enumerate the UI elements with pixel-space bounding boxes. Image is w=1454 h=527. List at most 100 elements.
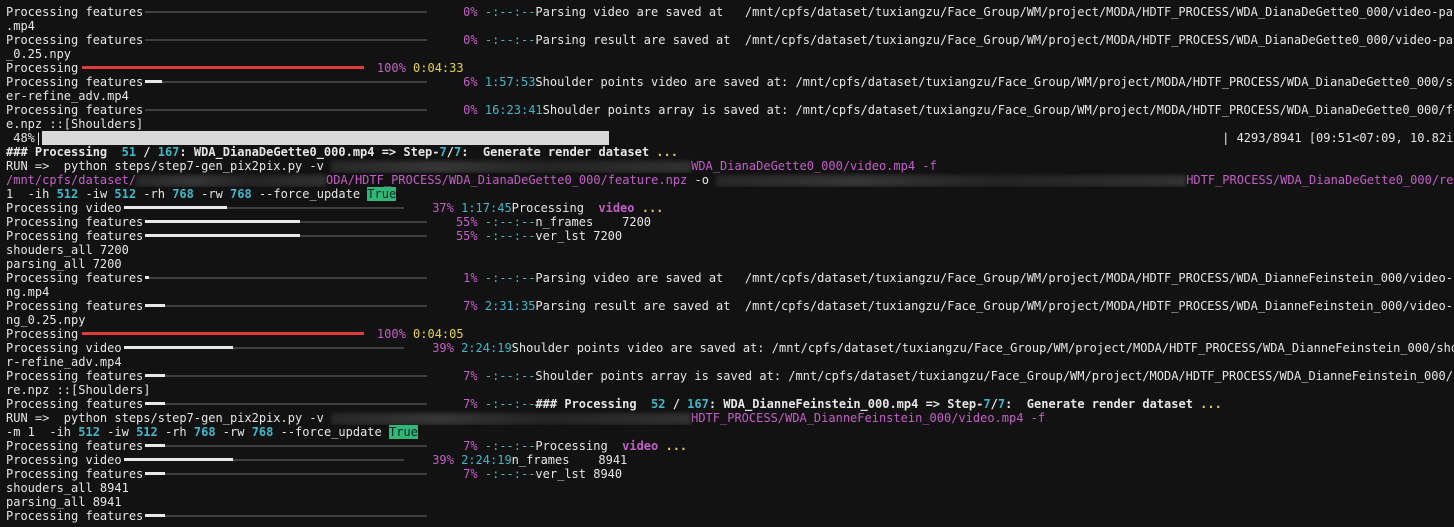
progress-label: Processing (6, 327, 79, 341)
progress-label: Processing features (6, 215, 144, 229)
progress-bar (123, 341, 404, 355)
progress-track (145, 305, 428, 307)
run-command: RUN => python steps/step7-gen_pix2pix.py… (6, 411, 332, 425)
status-message: Shoulder points video are saved at: /mnt… (535, 75, 1454, 89)
status-message: Parsing video are saved at /mnt/cpfs/dat… (535, 5, 1454, 19)
progress-eta: 2:31:35 (477, 299, 536, 313)
progress-label: Processing features (6, 5, 144, 19)
progress-bar (145, 103, 428, 117)
terminal-line: Processing features 55% -:--:--n_frames 7… (6, 215, 1454, 229)
progress-percent: 7% (463, 439, 478, 453)
status-message: Parsing video are saved at /mnt/cpfs/dat… (535, 271, 1454, 285)
status-message: Shoulder points array is saved at: /mnt/… (535, 369, 1454, 383)
arg-sep: -iw (78, 187, 115, 201)
arg-ih: 512 (78, 425, 100, 439)
progress-label: Processing features (6, 103, 144, 117)
step-slash: / (446, 145, 454, 159)
step-slash: / (990, 397, 998, 411)
terminal-line: RUN => python steps/step7-gen_pix2pix.py… (6, 159, 1454, 173)
arg-rw: 768 (230, 187, 252, 201)
output-text: r-refine_adv.mp4 (6, 355, 122, 369)
run-command: RUN => python steps/step7-gen_pix2pix.py… (6, 159, 332, 173)
status-message: Parsing result are saved at /mnt/cpfs/da… (535, 299, 1454, 313)
status-dots: ... (634, 201, 664, 215)
status-message: Shoulder points video are saved at: /mnt… (511, 341, 1454, 355)
terminal-line: Processing 100% 0:04:05 (6, 327, 1454, 341)
progress-track (145, 277, 428, 279)
status-message: n_frames 8941 (511, 453, 628, 467)
progress-percent: 39% (432, 453, 454, 467)
status-message: n_frames 7200 (535, 215, 652, 229)
progress-fill (123, 458, 233, 461)
progress-track (145, 375, 428, 377)
step-total: 167 (687, 397, 709, 411)
progress-bar (145, 369, 428, 383)
terminal-line: er-refine_adv.mp4 (6, 89, 1454, 103)
progress-eta: 1:17:45 (453, 201, 512, 215)
redacted-path (331, 160, 692, 173)
progress-eta: 16:23:41 (477, 103, 543, 117)
tqdm-percent: 48%| (6, 131, 43, 145)
tqdm-fill (42, 131, 609, 145)
terminal-line: 1 -ih 512 -iw 512 -rh 768 -rw 768 --forc… (6, 187, 1454, 201)
terminal-line: _0.25.npy (6, 47, 1454, 61)
progress-percent: 0% (463, 5, 478, 19)
progress-fill (81, 332, 364, 335)
progress-eta: -:--:-- (477, 33, 536, 47)
terminal-line: Processing features 55% -:--:--ver_lst 72… (6, 229, 1454, 243)
progress-label: Processing features (6, 369, 144, 383)
terminal-line: RUN => python steps/step7-gen_pix2pix.py… (6, 411, 1454, 425)
step-name: : WDA_DianneFeinstein_000.mp4 => Step- (708, 397, 984, 411)
status-keyword: video (622, 439, 659, 453)
step-name: : WDA_DianaDeGette0_000.mp4 => Step- (179, 145, 440, 159)
progress-label: Processing features (6, 271, 144, 285)
arg-iw: 512 (136, 425, 158, 439)
progress-fill (145, 374, 166, 377)
progress-label: Processing features (6, 75, 144, 89)
progress-label: Processing video (6, 201, 122, 215)
redacted-path (716, 174, 1187, 187)
status-keyword: video (598, 201, 635, 215)
step-dots: ... (656, 145, 678, 159)
tqdm-stats: | 4293/8941 [09:51<07:09, 10.82it/s] (1222, 131, 1454, 145)
progress-label: Processing features (6, 509, 144, 523)
progress-fill (145, 234, 301, 237)
progress-label: Processing video (6, 453, 122, 467)
progress-percent: 7% (463, 299, 478, 313)
step-index: 52 (651, 397, 666, 411)
progress-eta: -:--:-- (477, 215, 536, 229)
progress-label: Processing video (6, 341, 122, 355)
terminal-line: parsing_all 8941 (6, 495, 1454, 509)
progress-percent: 37% (432, 201, 454, 215)
progress-bar (145, 75, 428, 89)
status-message: Parsing result are saved at /mnt/cpfs/da… (535, 33, 1454, 47)
feature-path-start: /mnt/cpfs/dataset/ (6, 173, 137, 187)
progress-fill (145, 444, 166, 447)
progress-percent: 55% (455, 229, 478, 243)
progress-fill (123, 206, 228, 209)
output-text: _0.25.npy (6, 47, 72, 61)
terminal-line: Processing video 39% 2:24:19n_frames 8941 (6, 453, 1454, 467)
arg-iw: 512 (114, 187, 137, 201)
args-prefix: -m 1 -ih (6, 425, 79, 439)
arg-rh: 768 (172, 187, 194, 201)
terminal-line: e.npz ::[Shoulders] (6, 117, 1454, 131)
progress-bar (145, 33, 428, 47)
redacted-path (136, 174, 327, 187)
step-title: : Generate render dataset (1005, 397, 1201, 411)
progress-percent: 1% (463, 271, 478, 285)
progress-label: Processing features (6, 439, 144, 453)
arg-sep: --force_update (273, 425, 389, 439)
terminal-line: Processing features 7% -:--:--Processing … (6, 439, 1454, 453)
progress-eta: 1:57:53 (477, 75, 536, 89)
terminal-line: Processing 100% 0:04:33 (6, 61, 1454, 75)
progress-percent: 7% (463, 369, 478, 383)
output-text: ng_0.25.npy (6, 313, 86, 327)
step-count: 7 (997, 397, 1006, 411)
terminal-output[interactable]: Processing features 0% -:--:-- Parsing vid… (0, 0, 1454, 527)
terminal-line: Processing features 0% -:--:--Parsing res… (6, 33, 1454, 47)
progress-track (145, 11, 428, 13)
output-text: .mp4 (6, 19, 35, 33)
terminal-line: Processing features (6, 509, 1454, 523)
arg-sep: -iw (99, 425, 137, 439)
